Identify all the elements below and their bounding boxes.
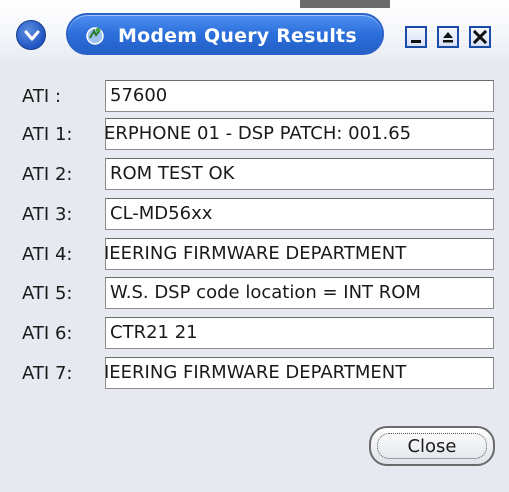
row-label: ATI 1: [22, 124, 73, 145]
row-label: ATI 3: [22, 204, 73, 225]
result-row-ati2: ATI 2: ROM TEST OK [0, 158, 509, 192]
result-row-ati6: ATI 6: CTR21 21 [0, 317, 509, 351]
results-panel: ATI : 57600 ATI 1: ERPHONE 01 - DSP PATC… [0, 62, 509, 492]
row-label: ATI 5: [22, 283, 73, 304]
close-button[interactable]: Close [369, 426, 495, 466]
result-row-ati5: ATI 5: W.S. DSP code location = INT ROM [0, 277, 509, 311]
row-label: ATI 2: [22, 164, 73, 185]
result-field-ati2[interactable]: ROM TEST OK [105, 158, 494, 190]
window-title-pill: Modem Query Results [66, 13, 384, 55]
modem-app-icon [86, 27, 104, 45]
result-row-ati7: ATI 7: IEERING FIRMWARE DEPARTMENT [0, 357, 509, 391]
minimize-button[interactable] [405, 26, 427, 48]
result-row-ati3: ATI 3: CL-MD56xx [0, 198, 509, 232]
row-label: ATI 7: [22, 363, 73, 384]
close-window-button[interactable] [469, 26, 491, 48]
row-label: ATI 6: [22, 323, 73, 344]
maximize-button[interactable] [437, 26, 459, 48]
result-field-ati5[interactable]: W.S. DSP code location = INT ROM [105, 277, 494, 309]
result-field-ati4[interactable]: IEERING FIRMWARE DEPARTMENT [105, 238, 494, 270]
window-menu-button[interactable] [16, 20, 46, 50]
title-bar: Modem Query Results [0, 0, 509, 62]
close-button-label: Close [377, 433, 487, 459]
result-field-ati1[interactable]: ERPHONE 01 - DSP PATCH: 001.65 [105, 118, 494, 150]
result-field-ati6[interactable]: CTR21 21 [105, 317, 494, 349]
result-row-ati4: ATI 4: IEERING FIRMWARE DEPARTMENT [0, 238, 509, 272]
result-field-ati3[interactable]: CL-MD56xx [105, 198, 494, 230]
window-title: Modem Query Results [118, 25, 357, 47]
row-label: ATI : [22, 86, 62, 107]
result-row-ati1: ATI 1: ERPHONE 01 - DSP PATCH: 001.65 [0, 118, 509, 152]
result-field-ati[interactable]: 57600 [105, 80, 494, 112]
chevron-down-icon [24, 30, 40, 41]
minimize-icon [411, 40, 421, 43]
maximize-icon [443, 32, 453, 43]
result-field-ati7[interactable]: IEERING FIRMWARE DEPARTMENT [105, 357, 494, 389]
close-icon [473, 30, 487, 44]
result-row-ati: ATI : 57600 [0, 80, 509, 114]
row-label: ATI 4: [22, 244, 73, 265]
